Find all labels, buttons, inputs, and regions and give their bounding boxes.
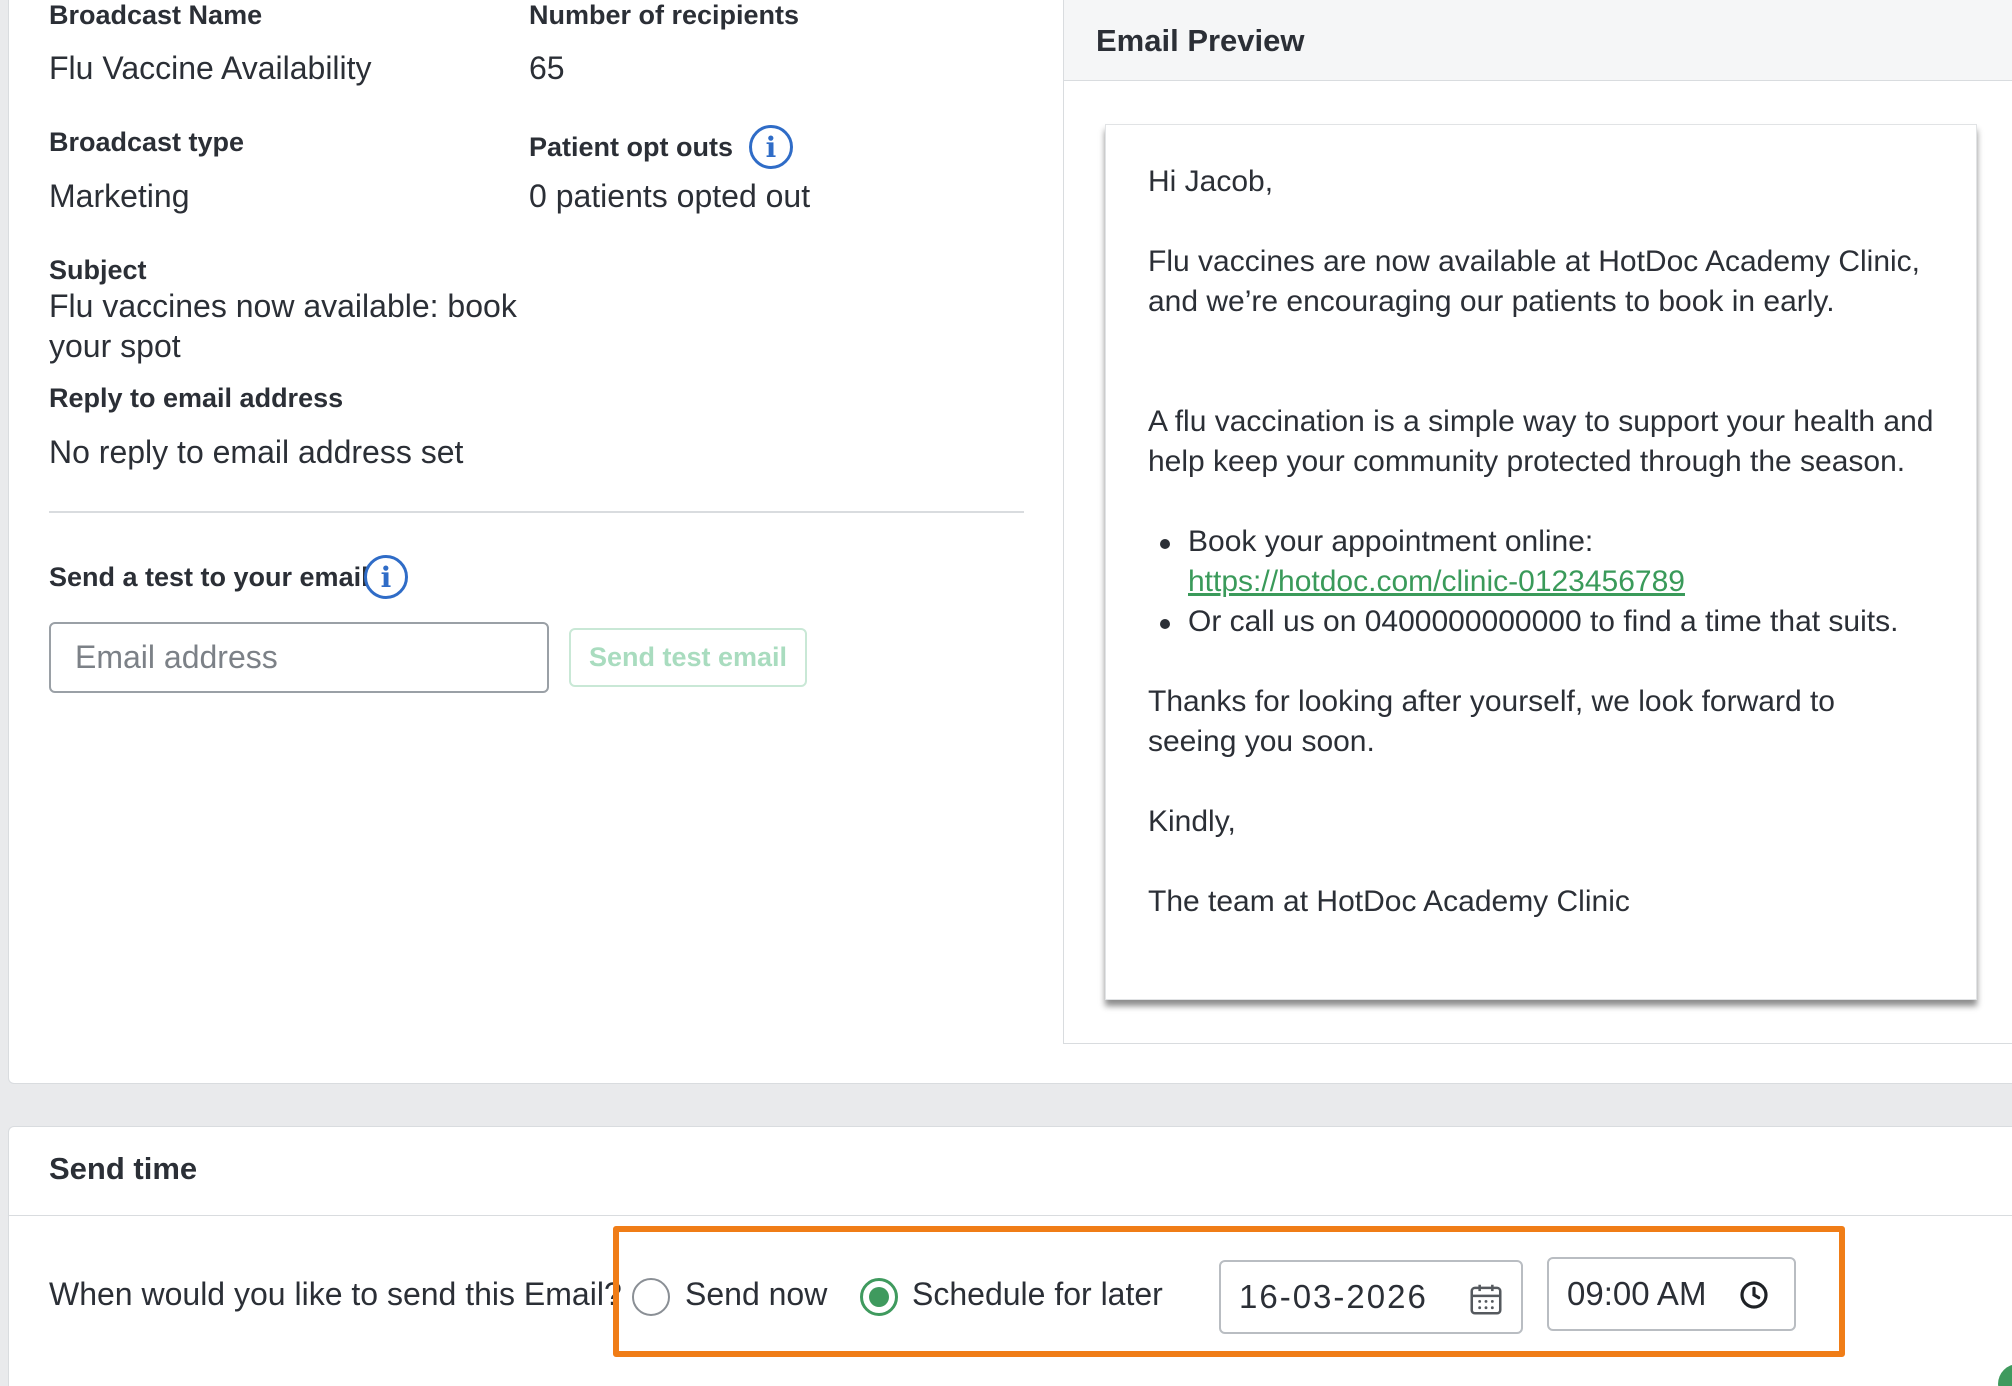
- email-bullet-1-text: Book your appointment online:: [1188, 525, 1594, 558]
- email-signoff: Kindly,: [1148, 805, 1236, 838]
- email-preview-title: Email Preview: [1096, 23, 1305, 58]
- calendar-icon[interactable]: [1467, 1280, 1505, 1318]
- test-email-label: Send a test to your email: [49, 562, 369, 592]
- broadcast-name-value: Flu Vaccine Availability: [49, 50, 372, 86]
- opt-outs-value: 0 patients opted out: [529, 178, 811, 214]
- section-divider: [49, 511, 1024, 513]
- send-time-divider: [9, 1215, 2012, 1216]
- reply-value: No reply to email address set: [49, 434, 464, 470]
- email-bullet-list: Book your appointment online: https://ho…: [1148, 522, 1968, 642]
- email-paragraph-2: A flu vaccination is a simple way to sup…: [1148, 405, 1934, 478]
- broadcast-type-label: Broadcast type: [49, 127, 245, 157]
- schedule-time-input[interactable]: 09:00 AM: [1547, 1257, 1796, 1331]
- opt-outs-info-icon[interactable]: i: [749, 125, 793, 169]
- broadcast-type-value: Marketing: [49, 178, 190, 214]
- subject-value-line2: your spot: [49, 328, 181, 364]
- send-question: When would you like to send this Email?: [49, 1276, 622, 1312]
- email-preview-header: Email Preview: [1064, 0, 2012, 81]
- email-bullet-2-text: Or call us on 0400000000000 to find a ti…: [1188, 605, 1899, 638]
- subject-label: Subject: [49, 255, 147, 285]
- send-time-title: Send time: [49, 1151, 198, 1186]
- subject-value-line1: Flu vaccines now available: book: [49, 288, 517, 324]
- email-greeting: Hi Jacob,: [1148, 165, 1274, 198]
- schedule-date-input[interactable]: 16-03-2026: [1219, 1260, 1523, 1334]
- schedule-time-value: 09:00 AM: [1567, 1275, 1707, 1312]
- email-signature: The team at HotDoc Academy Clinic: [1148, 885, 1630, 918]
- email-bullet-item: Book your appointment online: https://ho…: [1148, 522, 1968, 602]
- schedule-date-value: 16-03-2026: [1239, 1278, 1428, 1315]
- schedule-later-label[interactable]: Schedule for later: [912, 1276, 1163, 1313]
- schedule-later-radio[interactable]: [860, 1278, 898, 1316]
- opt-outs-label: Patient opt outs: [529, 132, 733, 162]
- send-test-email-button[interactable]: Send test email: [569, 628, 807, 687]
- reply-label: Reply to email address: [49, 383, 344, 413]
- email-paragraph-1: Flu vaccines are now available at HotDoc…: [1148, 245, 1921, 318]
- broadcast-name-label: Broadcast Name: [49, 0, 263, 30]
- test-email-info-icon[interactable]: i: [364, 555, 408, 599]
- email-paragraph-3: Thanks for looking after yourself, we lo…: [1148, 685, 1835, 758]
- email-bullet-item: Or call us on 0400000000000 to find a ti…: [1148, 602, 1968, 642]
- email-preview-sheet: Hi Jacob, Flu vaccines are now available…: [1105, 124, 1977, 1000]
- recipients-label: Number of recipients: [529, 0, 800, 30]
- recipients-value: 65: [529, 50, 565, 86]
- send-now-radio[interactable]: [632, 1278, 670, 1316]
- clock-icon[interactable]: [1738, 1279, 1770, 1311]
- send-now-label[interactable]: Send now: [685, 1276, 827, 1313]
- booking-link[interactable]: https://hotdoc.com/clinic-0123456789: [1188, 565, 1685, 598]
- test-email-input[interactable]: [49, 622, 549, 693]
